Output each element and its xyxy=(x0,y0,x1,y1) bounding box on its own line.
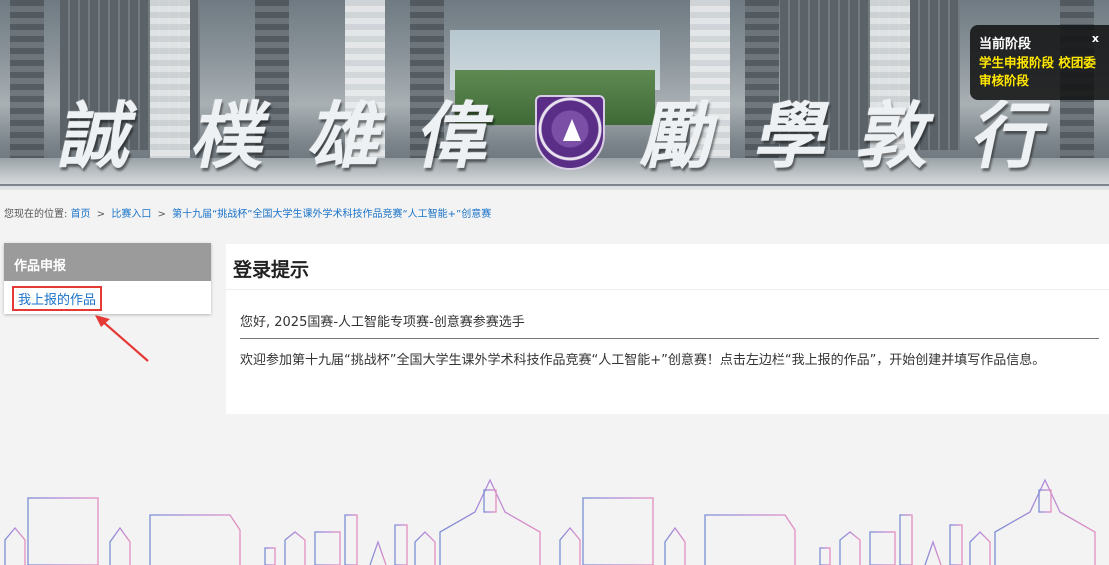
breadcrumb-separator: > xyxy=(157,209,166,220)
divider xyxy=(240,338,1099,339)
breadcrumb-home-link[interactable]: 首页 xyxy=(71,209,91,220)
campus-skyline-illustration xyxy=(4,478,1096,565)
stage-title: 当前阶段 xyxy=(979,37,1032,52)
university-emblem-icon xyxy=(535,95,605,170)
current-stage-popup: 当前阶段 x 学生申报阶段 校团委 审核阶段 xyxy=(970,25,1109,100)
breadcrumb-contest-link[interactable]: 第十九届“挑战杯”全国大学生课外学术科技作品竞赛“人工智能+”创意赛 xyxy=(172,209,491,220)
sidebar-title: 作品申报 xyxy=(4,243,211,281)
sidebar: 作品申报 我上报的作品 xyxy=(4,243,211,314)
stage-value: 学生申报阶段 校团委 审核阶段 xyxy=(979,54,1101,90)
login-notice-panel: 登录提示 您好, 2025国赛-人工智能专项赛-创意赛参赛选手 欢迎参加第十九届… xyxy=(226,244,1109,414)
greeting-text: 您好, 2025国赛-人工智能专项赛-创意赛参赛选手 xyxy=(240,315,525,330)
annotation-arrow-icon xyxy=(95,315,149,362)
stage-value-line: 审核阶段 xyxy=(979,73,1030,88)
welcome-message: 欢迎参加第十九届“挑战杯”全国大学生课外学术科技作品竞赛“人工智能+”创意赛！点… xyxy=(240,353,1046,368)
stage-value-line: 学生申报阶段 校团委 xyxy=(979,55,1096,70)
close-icon[interactable]: x xyxy=(1092,32,1099,45)
header-banner: 誠 樸 雄 偉 勵 學 敦 行 xyxy=(0,0,1109,190)
breadcrumb-contest-entry-link[interactable]: 比赛入口 xyxy=(111,209,151,220)
breadcrumb-prefix: 您现在的位置: xyxy=(4,209,68,220)
sidebar-item-my-works[interactable]: 我上报的作品 xyxy=(12,286,103,311)
breadcrumb-separator: > xyxy=(96,209,106,220)
pillar xyxy=(10,0,44,160)
panel-title: 登录提示 xyxy=(226,244,1109,290)
pillar xyxy=(150,0,190,160)
breadcrumb: 您现在的位置: 首页 > 比赛入口 > 第十九届“挑战杯”全国大学生课外学术科技… xyxy=(4,205,491,220)
